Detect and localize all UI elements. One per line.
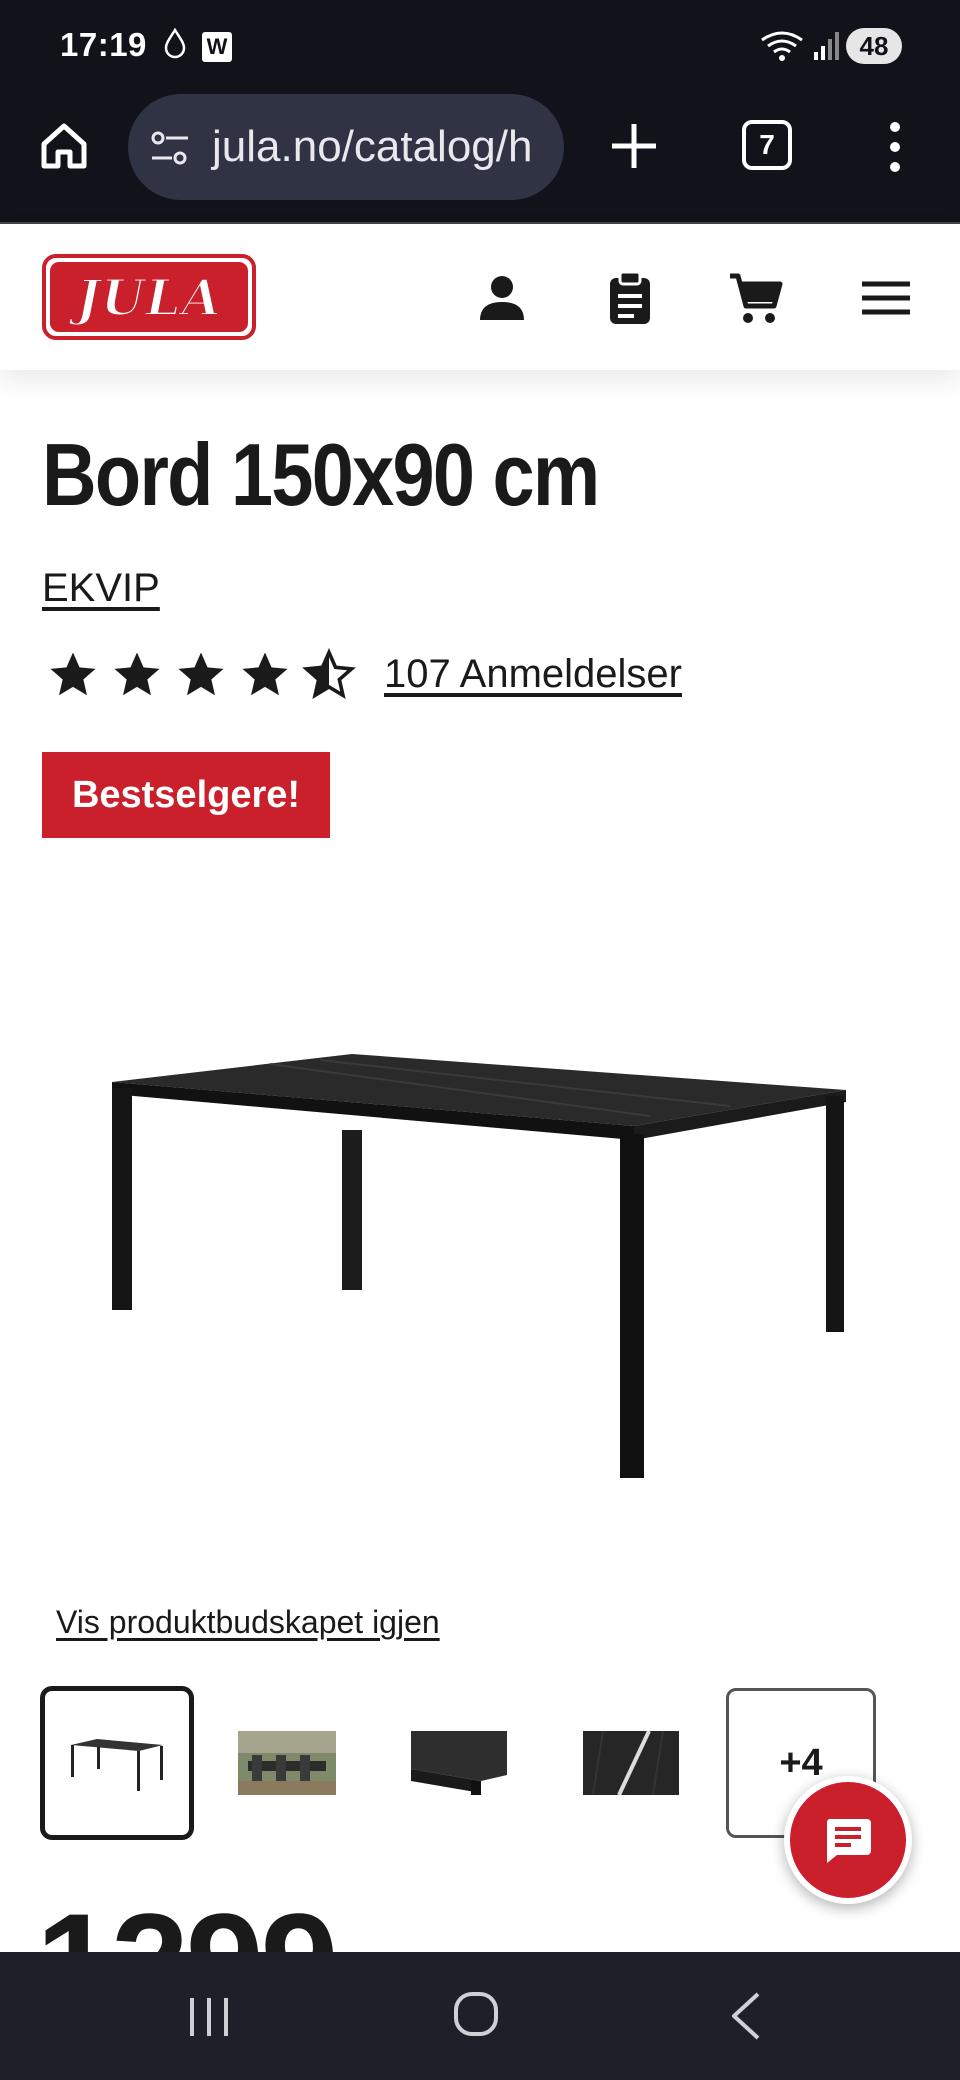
rating-stars[interactable]: [46, 648, 358, 704]
site-header: JULA: [0, 222, 960, 370]
w-notification-icon: W: [202, 32, 232, 62]
home-circle-icon[interactable]: [452, 1990, 500, 2038]
thumbnail-surface-image: [583, 1731, 679, 1795]
plus-icon[interactable]: [608, 120, 660, 172]
thumbnail-patio-image: [238, 1731, 336, 1795]
home-icon[interactable]: [36, 118, 92, 174]
star-full-icon: [50, 652, 96, 696]
battery-icon: 48: [846, 28, 902, 64]
logo-text: JULA: [75, 267, 222, 328]
thumbnail-2[interactable]: [210, 1686, 364, 1840]
drop-icon: [164, 28, 186, 59]
signal-icon: [814, 32, 839, 60]
product-image[interactable]: [90, 1030, 870, 1510]
jula-logo[interactable]: JULA: [42, 254, 256, 340]
price-partial: 1299: [36, 1888, 335, 1952]
status-time: 17:19: [60, 26, 147, 63]
wifi-icon: [761, 31, 803, 61]
url-text[interactable]: jula.no/catalog/h: [212, 122, 532, 172]
back-icon[interactable]: [728, 1990, 764, 2042]
hamburger-menu-icon[interactable]: [858, 270, 914, 326]
star-full-icon: [242, 652, 288, 696]
product-title: Bord 150x90 cm: [42, 425, 600, 524]
star-full-icon: [114, 652, 160, 696]
tabs-icon[interactable]: 7: [742, 120, 792, 170]
thumbnail-table-image: [71, 1739, 163, 1791]
brand-link[interactable]: EKVIP: [42, 566, 160, 611]
thumbnail-3[interactable]: [382, 1686, 536, 1840]
status-bar: 17:19 W 48: [0, 0, 960, 92]
bestseller-badge: Bestselgere!: [42, 752, 330, 838]
system-nav-bar: [0, 1952, 960, 2080]
tune-icon[interactable]: [150, 130, 190, 166]
browser-toolbar: jula.no/catalog/h 7: [0, 92, 960, 222]
thumbnail-4[interactable]: [554, 1686, 708, 1840]
recents-icon[interactable]: [186, 1996, 232, 2038]
star-half-icon: [302, 648, 356, 699]
thumbnail-detail-image: [411, 1731, 507, 1795]
account-icon[interactable]: [474, 270, 530, 326]
logo-plate: JULA: [50, 262, 248, 332]
url-bar[interactable]: jula.no/catalog/h: [128, 94, 564, 200]
reviews-link[interactable]: 107 Anmeldelser: [384, 652, 682, 697]
clipboard-icon[interactable]: [602, 270, 658, 326]
chat-icon: [826, 1819, 871, 1863]
star-full-icon: [178, 652, 224, 696]
product-promise-link[interactable]: Vis produktbudskapet igjen: [56, 1604, 440, 1641]
chat-button[interactable]: [784, 1776, 912, 1904]
thumbnail-1[interactable]: [40, 1686, 194, 1840]
cart-icon[interactable]: [728, 270, 784, 326]
more-vert-icon[interactable]: [880, 120, 910, 174]
